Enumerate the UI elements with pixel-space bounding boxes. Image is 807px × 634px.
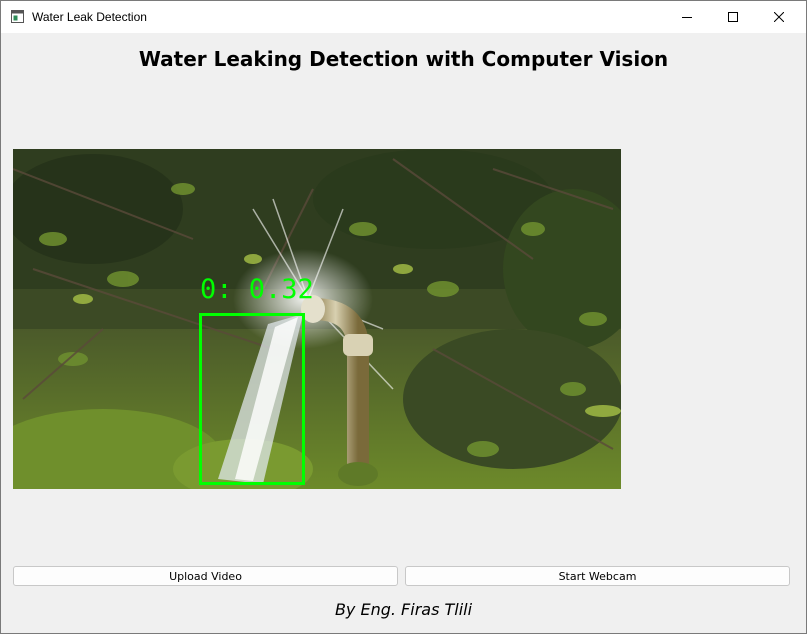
video-frame-image <box>13 149 621 489</box>
page-title: Water Leaking Detection with Computer Vi… <box>138 47 669 71</box>
app-window: Water Leak Detection Water Leaking Detec… <box>0 0 807 634</box>
app-icon <box>11 10 24 23</box>
maximize-icon <box>728 12 738 22</box>
close-icon <box>774 12 784 22</box>
upload-video-button[interactable]: Upload Video <box>13 566 398 586</box>
window-title: Water Leak Detection <box>32 10 147 24</box>
author-credit: By Eng. Firas Tlili <box>334 600 473 619</box>
detection-label: 0: 0.32 <box>200 274 314 305</box>
minimize-button[interactable] <box>664 1 710 33</box>
maximize-button[interactable] <box>710 1 756 33</box>
start-webcam-button[interactable]: Start Webcam <box>405 566 790 586</box>
close-button[interactable] <box>756 1 802 33</box>
detection-bounding-box <box>199 313 305 485</box>
video-display: 0: 0.32 <box>13 149 621 489</box>
title-bar[interactable]: Water Leak Detection <box>1 1 806 33</box>
minimize-icon <box>682 17 692 18</box>
